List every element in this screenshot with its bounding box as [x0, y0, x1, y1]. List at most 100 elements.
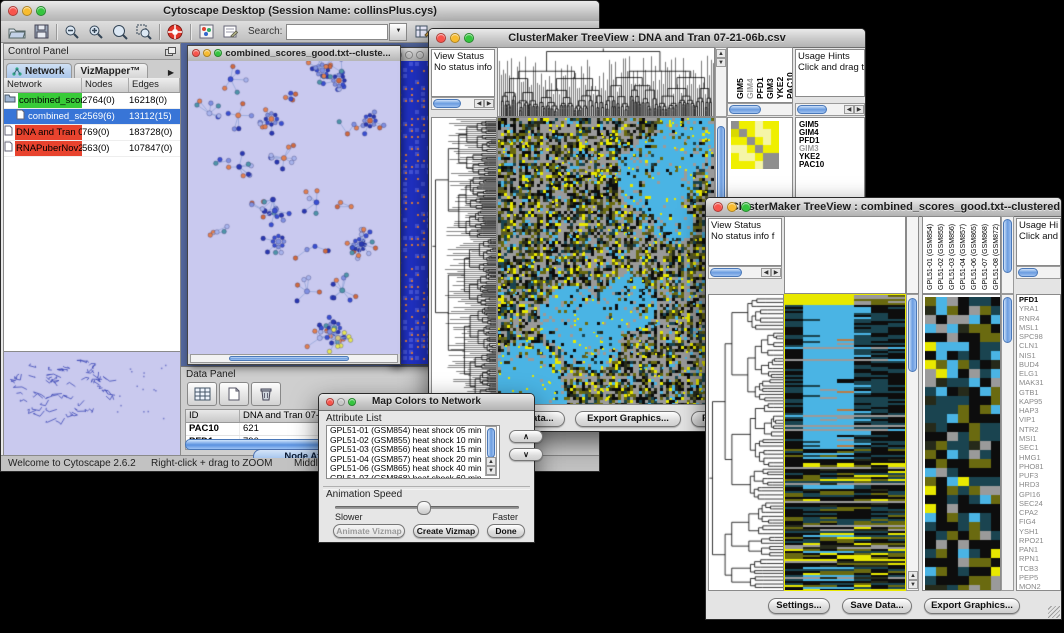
gene-label[interactable]: RNR4	[1019, 314, 1060, 323]
tv2-genes-vscrollbar[interactable]	[1001, 294, 1014, 591]
gene-label[interactable]: MSL1	[1019, 323, 1060, 332]
gene-label[interactable]: YRA1	[1019, 304, 1060, 313]
zoom-in-button[interactable]	[84, 22, 108, 41]
gene-label[interactable]: GTB1	[1019, 388, 1060, 397]
gene-label[interactable]: SPC98	[1019, 332, 1060, 341]
network-canvas[interactable]	[188, 61, 400, 354]
gene-label[interactable]: SEC24	[1019, 499, 1060, 508]
gene-label[interactable]: MAK31	[1019, 378, 1060, 387]
scroll-thumb[interactable]	[487, 428, 495, 458]
gene-label[interactable]: NIS1	[1019, 351, 1060, 360]
done-button[interactable]: Done	[487, 524, 525, 538]
attribute-select-button[interactable]	[187, 382, 217, 406]
minimize-button[interactable]	[203, 49, 211, 57]
scroll-up-arrow[interactable]: ▲	[716, 49, 726, 58]
save-button[interactable]	[29, 22, 53, 41]
gene-label[interactable]: HMG1	[1019, 453, 1060, 462]
treeview1-titlebar[interactable]: ClusterMaker TreeView : DNA and Tran 07-…	[429, 29, 865, 48]
gene-label[interactable]: PFD1	[1019, 295, 1060, 304]
gene-label[interactable]: CPA2	[1019, 508, 1060, 517]
minimize-button[interactable]	[405, 51, 413, 59]
minimize-button[interactable]	[450, 33, 460, 43]
heatmap-canvas[interactable]	[498, 118, 714, 404]
scroll-down-arrow[interactable]: ▼	[716, 58, 726, 67]
scroll-right-arrow[interactable]: ▶	[854, 105, 864, 114]
gene-label[interactable]: CLN1	[1019, 341, 1060, 350]
gene-label[interactable]: FIG4	[1019, 517, 1060, 526]
scroll-down-arrow[interactable]: ▼	[486, 466, 496, 475]
network-row[interactable]: RNAPuberNov2+563(0)107847(0)	[4, 141, 180, 157]
col-id[interactable]: ID	[186, 410, 240, 422]
animate-vizmap-button[interactable]: Animate Vizmap	[333, 524, 405, 538]
scroll-thumb[interactable]	[908, 298, 917, 372]
gene-label[interactable]: RPN1	[1019, 554, 1060, 563]
scroll-left-arrow[interactable]: ◀	[761, 268, 771, 277]
tv1-export-graphics-button[interactable]: Export Graphics...	[575, 411, 681, 427]
gene-label[interactable]: MON2	[1019, 582, 1060, 591]
network-hscrollbar[interactable]	[190, 354, 398, 363]
close-button[interactable]	[436, 33, 446, 43]
gene-label[interactable]: TCB3	[1019, 564, 1060, 573]
tv1-usage-hscrollbar[interactable]: ◀ ▶	[795, 103, 865, 116]
tv2-status-hscrollbar[interactable]: ◀ ▶	[708, 266, 782, 279]
help-button[interactable]	[163, 22, 187, 41]
attribute-item[interactable]: GPL51-07 (GSM868) heat shock 60 min	[327, 474, 499, 480]
scroll-down-arrow[interactable]: ▼	[908, 580, 918, 589]
col-nodes[interactable]: Nodes	[82, 78, 129, 92]
scroll-right-arrow[interactable]: ▶	[771, 268, 781, 277]
scroll-thumb[interactable]	[729, 105, 761, 114]
close-button[interactable]	[192, 49, 200, 57]
row-dendrogram-canvas[interactable]	[432, 118, 496, 404]
gene-label[interactable]: YSH1	[1019, 527, 1060, 536]
network-hscroll-thumb[interactable]	[229, 356, 349, 361]
scroll-up-arrow[interactable]: ▲	[486, 457, 496, 466]
gene-label[interactable]: PEP5	[1019, 573, 1060, 582]
gene-label[interactable]: MSI1	[1019, 434, 1060, 443]
resize-grip[interactable]	[1048, 606, 1060, 618]
zoom-window-button[interactable]	[348, 398, 356, 406]
animation-speed-slider[interactable]	[335, 506, 519, 509]
gene-label[interactable]: VIP1	[1019, 415, 1060, 424]
main-titlebar[interactable]: Cytoscape Desktop (Session Name: collins…	[1, 1, 599, 22]
similarity-matrix-canvas[interactable]	[731, 121, 779, 169]
tv2-usage-hscrollbar[interactable]	[1016, 266, 1061, 279]
minimize-button[interactable]	[337, 398, 345, 406]
scroll-thumb[interactable]	[1003, 219, 1012, 273]
scroll-right-arrow[interactable]: ▶	[484, 99, 494, 108]
search-input[interactable]	[286, 24, 388, 40]
gene-label[interactable]: PUF3	[1019, 471, 1060, 480]
col-network[interactable]: Network	[4, 78, 82, 92]
network-overview-panel[interactable]	[4, 351, 180, 457]
gene-label[interactable]: BUD4	[1019, 360, 1060, 369]
scroll-thumb[interactable]	[433, 99, 461, 108]
gene-label[interactable]: HAP3	[1019, 406, 1060, 415]
birdseye-view-canvas[interactable]	[4, 352, 180, 456]
tab-vizmapper[interactable]: VizMapper™	[74, 63, 148, 79]
column-dendrogram-canvas[interactable]	[498, 48, 714, 116]
new-attribute-button[interactable]	[219, 382, 249, 406]
tv1-minor-scroll[interactable]: ▲ ▼	[715, 47, 727, 117]
network-row[interactable]: DNA and Tran 07769(0)183728(0)	[4, 125, 180, 141]
scroll-left-arrow[interactable]: ◀	[474, 99, 484, 108]
network-row[interactable]: combined_sco2569(6)13112(15)	[4, 109, 180, 125]
tv2-vscrollbar[interactable]: ▲ ▼	[906, 294, 919, 591]
heatmap-canvas[interactable]	[785, 295, 905, 590]
move-up-button[interactable]: ∧	[509, 430, 543, 443]
gene-label[interactable]: KAP95	[1019, 397, 1060, 406]
scroll-thumb[interactable]	[1018, 268, 1038, 277]
tv2-save-data-button[interactable]: Save Data...	[842, 598, 912, 614]
float-panel-icon[interactable]	[165, 47, 176, 56]
tab-network[interactable]: Network	[6, 63, 72, 79]
scroll-thumb[interactable]	[797, 105, 827, 114]
delete-attribute-button[interactable]	[251, 382, 281, 406]
tv2-labels-vscrollbar[interactable]	[1001, 216, 1014, 294]
treeview2-titlebar[interactable]: ClusterMaker TreeView : combined_scores_…	[706, 198, 1061, 217]
minimize-button[interactable]	[22, 6, 32, 16]
minimize-button[interactable]	[727, 202, 737, 212]
tv1-status-hscrollbar[interactable]: ◀ ▶	[431, 97, 495, 110]
zoom-window-button[interactable]	[214, 49, 222, 57]
zoom-fit-button[interactable]	[108, 22, 132, 41]
slider-thumb[interactable]	[417, 501, 431, 515]
tv2-settings-button[interactable]: Settings...	[768, 598, 830, 614]
zoom-heatmap-canvas[interactable]	[925, 297, 1000, 590]
